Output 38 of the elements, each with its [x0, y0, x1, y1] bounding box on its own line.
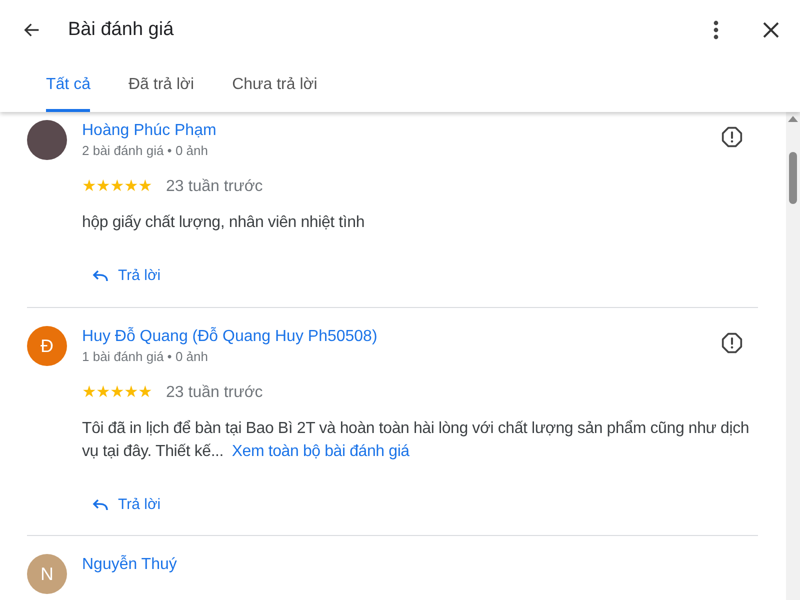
avatar-photo — [27, 120, 67, 160]
reviewer-name[interactable]: Hoàng Phúc Phạm — [82, 120, 706, 142]
reviewer-name[interactable]: Nguyễn Thuý — [82, 554, 758, 576]
review-text: Tôi đã in lịch để bàn tại Bao Bì 2T và hoàn toàn hài lòng với chất lượng sản phẩm cũng như dịch vụ tại đây. Thiết kế... Xem toàn bộ bài đánh giá — [82, 418, 750, 462]
read-more-link[interactable]: Xem toàn bộ bài đánh giá — [232, 442, 410, 460]
avatar-letter: Đ — [27, 326, 67, 366]
filter-tab[interactable]: Chưa trả lời — [232, 60, 318, 112]
review-time: 23 tuần trước — [166, 382, 263, 402]
reviewer-meta: 2 bài đánh giá • 0 ảnh — [82, 142, 209, 160]
scrollbar-thumb[interactable] — [789, 152, 797, 204]
star-icon: ★ — [96, 384, 110, 400]
star-icon: ★ — [124, 179, 138, 195]
filter-tab[interactable]: Tất cả — [46, 60, 90, 112]
reply-arrow-icon — [92, 498, 108, 512]
star-icon: ★ — [110, 384, 124, 400]
more-menu-icon[interactable] — [713, 20, 719, 40]
star-icon: ★ — [138, 384, 152, 400]
star-icon: ★ — [110, 179, 124, 195]
star-icon: ★ — [124, 384, 138, 400]
star-icon: ★ — [96, 179, 110, 195]
reply-arrow-icon — [92, 269, 108, 284]
star-icon: ★ — [82, 179, 96, 195]
reviewer-name[interactable]: Huy Đỗ Quang (Đỗ Quang Huy Ph50508) — [82, 326, 706, 348]
reply-button[interactable]: Trả lời — [82, 260, 171, 292]
close-icon[interactable] — [762, 21, 780, 39]
review-time: 23 tuần trước — [166, 177, 263, 197]
review-text: hộp giấy chất lượng, nhân viên nhiệt tình — [82, 213, 366, 233]
report-icon[interactable] — [721, 332, 743, 354]
avatar-letter: N — [27, 554, 67, 594]
star-icon: ★ — [82, 384, 96, 400]
scrollbar[interactable] — [786, 112, 800, 600]
report-icon[interactable] — [721, 126, 743, 148]
reviewer-meta: 1 bài đánh giá • 0 ảnh — [82, 348, 209, 366]
star-icon: ★ — [138, 179, 152, 195]
reply-button[interactable]: Trả lời — [82, 488, 171, 521]
filter-tab[interactable]: Đã trả lời — [128, 60, 194, 112]
header-title: Bài đánh giá — [68, 18, 174, 42]
scroll-up-icon[interactable] — [788, 116, 798, 122]
